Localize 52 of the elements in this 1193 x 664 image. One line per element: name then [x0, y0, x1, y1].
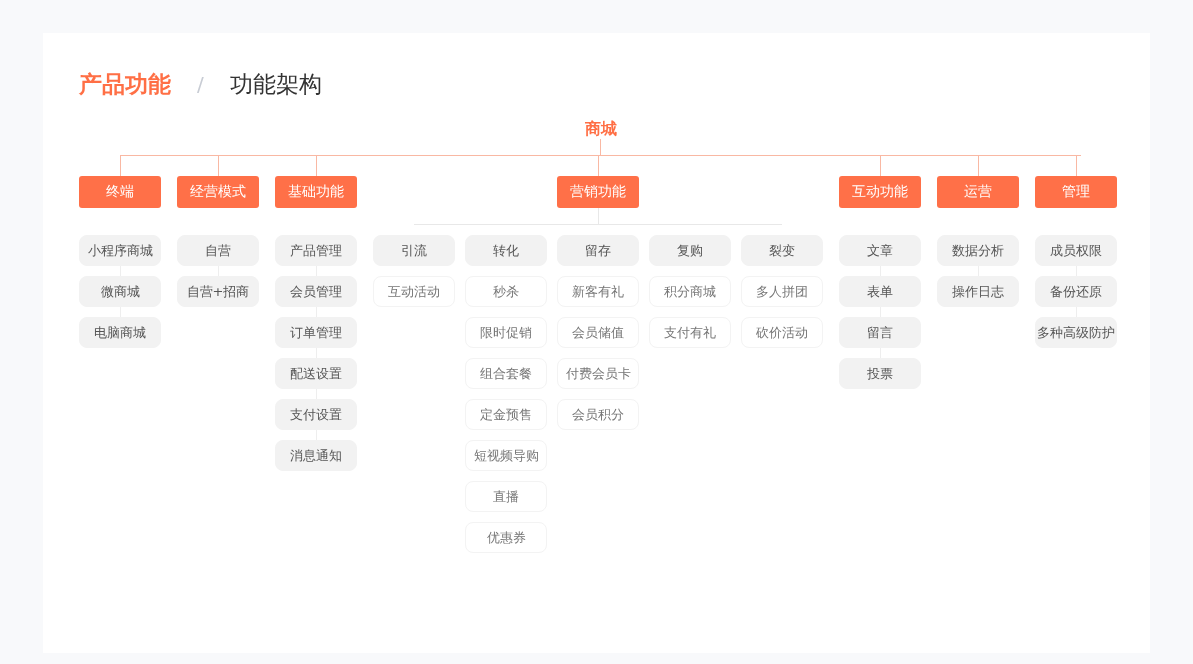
feature-item: 产品管理 [275, 235, 357, 266]
feature-item: 会员管理 [275, 276, 357, 307]
feature-item: 付费会员卡 [557, 358, 639, 389]
breadcrumb-separator: / [197, 72, 204, 96]
category-header: 管理 [1035, 176, 1117, 208]
section-title: 产品功能 [79, 69, 171, 99]
feature-item: 自营+招商 [177, 276, 259, 307]
feature-item: 定金预售 [465, 399, 547, 430]
feature-item: 操作日志 [937, 276, 1019, 307]
feature-item: 积分商城 [649, 276, 731, 307]
feature-item: 留言 [839, 317, 921, 348]
feature-item: 砍价活动 [741, 317, 823, 348]
feature-item: 自营 [177, 235, 259, 266]
category-header: 互动功能 [839, 176, 921, 208]
page-title: 功能架构 [229, 69, 322, 99]
feature-item: 文章 [839, 235, 921, 266]
feature-item: 互动活动 [373, 276, 455, 307]
feature-item: 多种高级防护 [1035, 317, 1117, 348]
feature-item: 优惠券 [465, 522, 547, 553]
feature-item: 秒杀 [465, 276, 547, 307]
feature-item: 支付有礼 [649, 317, 731, 348]
group-header: 裂变 [741, 235, 823, 266]
feature-item: 投票 [839, 358, 921, 389]
feature-item: 备份还原 [1035, 276, 1117, 307]
feature-item: 微商城 [79, 276, 161, 307]
group-header: 复购 [649, 235, 731, 266]
feature-item: 成员权限 [1035, 235, 1117, 266]
feature-item: 会员积分 [557, 399, 639, 430]
group-header: 引流 [373, 235, 455, 266]
feature-item: 消息通知 [275, 440, 357, 471]
feature-item: 新客有礼 [557, 276, 639, 307]
feature-item: 订单管理 [275, 317, 357, 348]
feature-item: 表单 [839, 276, 921, 307]
feature-item: 配送设置 [275, 358, 357, 389]
feature-item: 限时促销 [465, 317, 547, 348]
feature-item: 多人拼团 [741, 276, 823, 307]
category-header: 运营 [937, 176, 1019, 208]
category-header: 营销功能 [557, 176, 639, 208]
group-header: 转化 [465, 235, 547, 266]
feature-item: 小程序商城 [79, 235, 161, 266]
feature-item: 组合套餐 [465, 358, 547, 389]
group-header: 留存 [557, 235, 639, 266]
feature-item: 短视频导购 [465, 440, 547, 471]
feature-item: 电脑商城 [79, 317, 161, 348]
category-header: 基础功能 [275, 176, 357, 208]
root-title: 商城 [584, 119, 617, 139]
category-header: 经营模式 [177, 176, 259, 208]
category-header: 终端 [79, 176, 161, 208]
feature-item: 数据分析 [937, 235, 1019, 266]
feature-item: 支付设置 [275, 399, 357, 430]
feature-item: 直播 [465, 481, 547, 512]
feature-item: 会员储值 [557, 317, 639, 348]
